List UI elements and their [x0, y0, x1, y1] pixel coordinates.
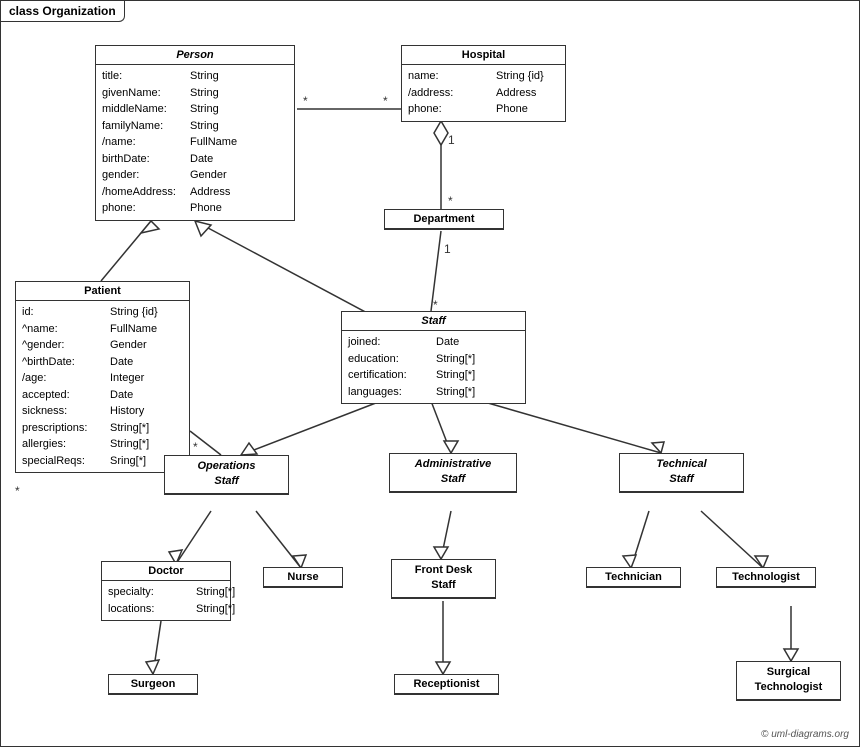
svg-text:*: *	[433, 298, 438, 312]
class-staff: Staff joined:Date education:String[*] ce…	[341, 311, 526, 404]
svg-text:1: 1	[448, 133, 455, 147]
class-hospital: Hospital name:String {id} /address:Addre…	[401, 45, 566, 122]
diagram-container: class Organization * * 1 * 1 *	[0, 0, 860, 747]
class-staff-name: Staff	[342, 312, 525, 331]
class-person-name: Person	[96, 46, 294, 65]
class-administrative-staff-name: AdministrativeStaff	[390, 454, 516, 492]
svg-text:*: *	[193, 440, 198, 454]
class-staff-attrs: joined:Date education:String[*] certific…	[342, 331, 525, 403]
diagram-title: class Organization	[1, 1, 125, 22]
svg-text:*: *	[15, 484, 20, 498]
class-receptionist-name: Receptionist	[395, 675, 498, 694]
svg-text:1: 1	[444, 242, 451, 256]
class-hospital-attrs: name:String {id} /address:Address phone:…	[402, 65, 565, 121]
class-person: Person title:String givenName:String mid…	[95, 45, 295, 221]
class-surgical-technologist-name: SurgicalTechnologist	[737, 662, 840, 700]
svg-text:*: *	[383, 94, 388, 108]
class-operations-staff-name: OperationsStaff	[165, 456, 288, 494]
class-department: Department	[384, 209, 504, 230]
class-surgeon-name: Surgeon	[109, 675, 197, 694]
svg-text:*: *	[303, 94, 308, 108]
class-patient: Patient id:String {id} ^name:FullName ^g…	[15, 281, 190, 473]
class-doctor-attrs: specialty:String[*] locations:String[*]	[102, 581, 230, 620]
class-patient-attrs: id:String {id} ^name:FullName ^gender:Ge…	[16, 301, 189, 472]
class-front-desk-staff-name: Front DeskStaff	[392, 560, 495, 598]
class-department-name: Department	[385, 210, 503, 229]
class-technologist-name: Technologist	[717, 568, 815, 587]
class-person-attrs: title:String givenName:String middleName…	[96, 65, 294, 220]
class-technician-name: Technician	[587, 568, 680, 587]
class-doctor: Doctor specialty:String[*] locations:Str…	[101, 561, 231, 621]
class-surgical-technologist: SurgicalTechnologist	[736, 661, 841, 701]
class-administrative-staff: AdministrativeStaff	[389, 453, 517, 493]
class-technician: Technician	[586, 567, 681, 588]
class-operations-staff: OperationsStaff	[164, 455, 289, 495]
class-doctor-name: Doctor	[102, 562, 230, 581]
class-technical-staff-name: TechnicalStaff	[620, 454, 743, 492]
class-technologist: Technologist	[716, 567, 816, 588]
copyright: © uml-diagrams.org	[761, 729, 849, 740]
class-technical-staff: TechnicalStaff	[619, 453, 744, 493]
svg-text:*: *	[448, 194, 453, 208]
class-receptionist: Receptionist	[394, 674, 499, 695]
class-nurse: Nurse	[263, 567, 343, 588]
class-surgeon: Surgeon	[108, 674, 198, 695]
class-hospital-name: Hospital	[402, 46, 565, 65]
class-nurse-name: Nurse	[264, 568, 342, 587]
class-patient-name: Patient	[16, 282, 189, 301]
class-front-desk-staff: Front DeskStaff	[391, 559, 496, 599]
